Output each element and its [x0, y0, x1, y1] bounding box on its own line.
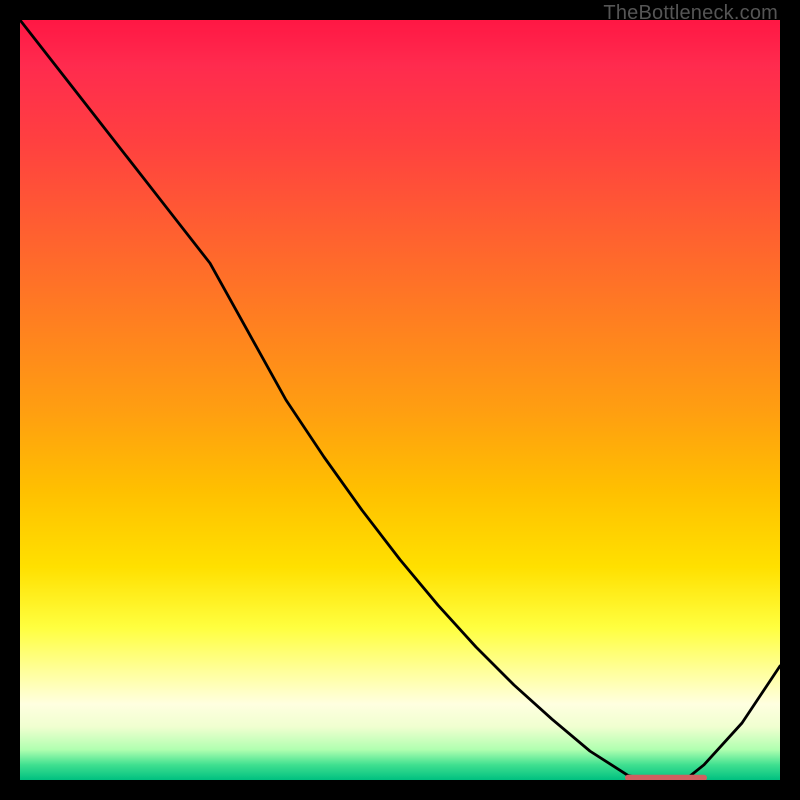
chart-background-gradient	[20, 20, 780, 780]
chart-plot	[20, 20, 780, 780]
